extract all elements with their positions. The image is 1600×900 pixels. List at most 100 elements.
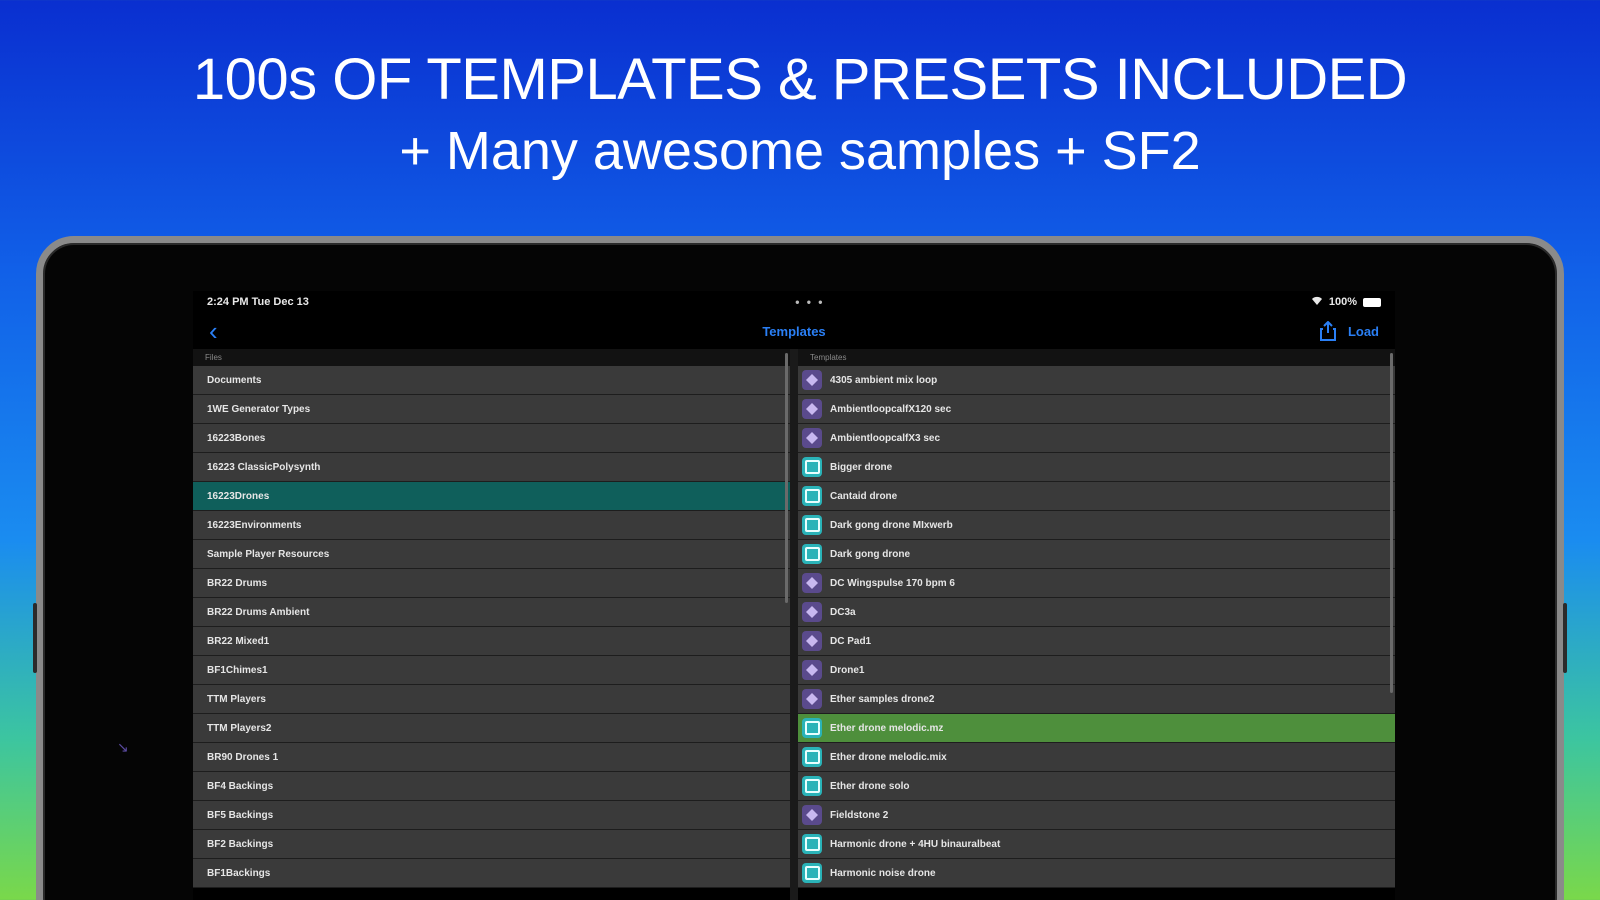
template-row[interactable]: 4305 ambient mix loop [798,366,1395,395]
waveform-template-icon [802,428,822,448]
multitask-dots-icon[interactable]: • • • [795,295,824,309]
file-folder-row[interactable]: BR22 Drums [193,569,790,598]
file-folder-row[interactable]: 16223Drones [193,482,790,511]
templates-scrollbar[interactable] [1390,353,1393,693]
battery-percent: 100% [1328,296,1357,308]
file-folder-row[interactable]: 16223Bones [193,424,790,453]
file-folder-label: TTM Players [207,693,266,705]
template-label: Harmonic drone + 4HU binauralbeat [830,838,1001,850]
template-row[interactable]: DC3a [798,598,1395,627]
template-row[interactable]: DC Pad1 [798,627,1395,656]
back-chevron-icon[interactable]: ‹ [209,318,218,344]
file-folder-label: BR90 Drones 1 [207,751,279,763]
template-label: Fieldstone 2 [830,809,889,821]
load-button[interactable]: Load [1348,324,1379,339]
waveform-template-icon [802,370,822,390]
template-label: Dark gong drone MIxwerb [830,519,953,531]
template-row[interactable]: Ether drone melodic.mix [798,743,1395,772]
tablet-frame: ↘ 2:24 PM Tue Dec 13 • • • 100% ‹ Templa… [33,236,1567,900]
templates-header: Templates [798,349,1395,366]
file-folder-label: BR22 Drums [207,577,268,589]
file-folder-row[interactable]: BF4 Backings [193,772,790,801]
headline-line-1: 100s OF TEMPLATES & PRESETS INCLUDED [192,47,1408,112]
file-folder-label: BF5 Backings [207,809,274,821]
file-folder-label: 1WE Generator Types [207,403,311,415]
side-button [1563,603,1567,673]
template-label: Cantaid drone [830,490,898,502]
page-title: Templates [762,323,826,339]
headline-line-2: + Many awesome samples + SF2 [399,121,1201,181]
drone-template-icon [802,834,822,854]
app-screen: 2:24 PM Tue Dec 13 • • • 100% ‹ Template… [193,291,1395,900]
template-row[interactable]: Ether drone melodic.mz [798,714,1395,743]
side-button [33,603,37,673]
file-folder-row[interactable]: Documents [193,366,790,395]
files-header: Files [193,349,790,366]
templates-list: 4305 ambient mix loop AmbientloopcalfX120… [798,366,1395,888]
drone-template-icon [802,776,822,796]
file-folder-row[interactable]: BF1Backings [193,859,790,888]
waveform-template-icon [802,573,822,593]
status-right: 100% [1311,296,1381,309]
template-label: Ether drone solo [830,780,910,792]
file-folder-label: 16223Bones [207,432,266,444]
template-row[interactable]: AmbientloopcalfX3 sec [798,424,1395,453]
file-folder-label: Documents [207,374,262,386]
file-folder-row[interactable]: TTM Players2 [193,714,790,743]
file-folder-row[interactable]: BR22 Mixed1 [193,627,790,656]
files-pane: Files Documents 1WE Generator Types 16223B… [193,349,798,900]
drone-template-icon [802,544,822,564]
file-folder-row[interactable]: BF1Chimes1 [193,656,790,685]
navigation-bar: ‹ Templates Load [193,313,1395,349]
template-label: Ether drone melodic.mix [830,751,947,763]
drone-template-icon [802,863,822,883]
template-row[interactable]: Bigger drone [798,453,1395,482]
file-folder-label: 16223 ClassicPolysynth [207,461,321,473]
file-folder-row[interactable]: BR90 Drones 1 [193,743,790,772]
file-folder-label: 16223Drones [207,490,270,502]
file-folder-row[interactable]: 1WE Generator Types [193,395,790,424]
file-folder-label: BF4 Backings [207,780,274,792]
file-folder-label: TTM Players2 [207,722,272,734]
template-row[interactable]: Harmonic noise drone [798,859,1395,888]
template-row[interactable]: Cantaid drone [798,482,1395,511]
file-folder-label: BF1Chimes1 [207,664,268,676]
file-folder-label: Sample Player Resources [207,548,330,560]
file-folder-label: 16223Environments [207,519,302,531]
template-label: Ether drone melodic.mz [830,722,944,734]
template-label: Harmonic noise drone [830,867,936,879]
files-list: Documents 1WE Generator Types 16223Bones 16… [193,366,790,888]
file-folder-row[interactable]: 16223Environments [193,511,790,540]
template-row[interactable]: DC Wingspulse 170 bpm 6 [798,569,1395,598]
template-row[interactable]: Ether samples drone2 [798,685,1395,714]
file-folder-row[interactable]: BR22 Drums Ambient [193,598,790,627]
template-label: AmbientloopcalfX120 sec [830,403,952,415]
template-row[interactable]: AmbientloopcalfX120 sec [798,395,1395,424]
file-folder-row[interactable]: 16223 ClassicPolysynth [193,453,790,482]
waveform-template-icon [802,399,822,419]
files-scrollbar[interactable] [785,353,788,603]
status-bar: 2:24 PM Tue Dec 13 • • • 100% [193,291,1395,313]
template-row[interactable]: Ether drone solo [798,772,1395,801]
file-folder-row[interactable]: BF2 Backings [193,830,790,859]
file-folder-row[interactable]: Sample Player Resources [193,540,790,569]
waveform-template-icon [802,602,822,622]
template-label: Ether samples drone2 [830,693,935,705]
template-label: Drone1 [830,664,865,676]
template-label: DC Wingspulse 170 bpm 6 [830,577,955,589]
template-label: DC Pad1 [830,635,872,647]
drone-template-icon [802,515,822,535]
template-label: Bigger drone [830,461,893,473]
waveform-template-icon [802,689,822,709]
template-row[interactable]: Drone1 [798,656,1395,685]
file-folder-row[interactable]: TTM Players [193,685,790,714]
templates-pane: Templates 4305 ambient mix loop Ambientlo… [798,349,1395,900]
template-row[interactable]: Fieldstone 2 [798,801,1395,830]
template-row[interactable]: Dark gong drone MIxwerb [798,511,1395,540]
waveform-template-icon [802,805,822,825]
file-folder-row[interactable]: BF5 Backings [193,801,790,830]
nav-actions: Load [1319,321,1379,341]
template-row[interactable]: Dark gong drone [798,540,1395,569]
template-row[interactable]: Harmonic drone + 4HU binauralbeat [798,830,1395,859]
share-icon[interactable] [1319,321,1336,341]
